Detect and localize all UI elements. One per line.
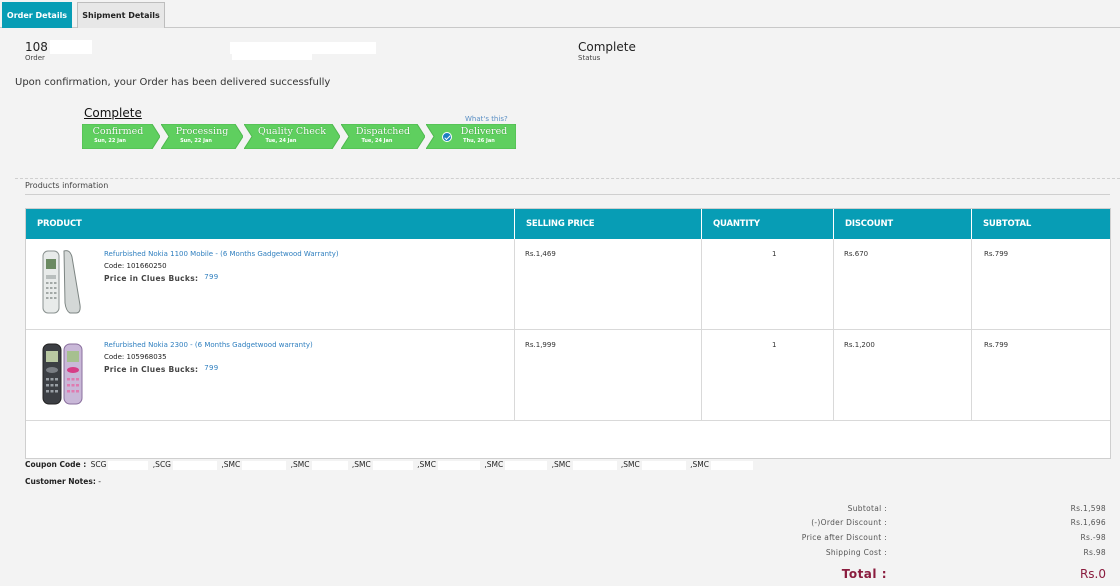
table-row: Refurbished Nokia 1100 Mobile - (6 Month… — [26, 239, 1110, 330]
products-table: PRODUCT SELLING PRICE QUANTITY DISCOUNT … — [25, 208, 1111, 459]
product-image-nokia-1100[interactable] — [40, 247, 86, 317]
tab-bar: Order Details Shipment Details — [0, 0, 1120, 28]
redacted-block — [438, 460, 480, 470]
redacted-block — [711, 460, 753, 470]
customer-notes: Customer Notes: - — [25, 477, 101, 486]
column-header-selling-price: SELLING PRICE — [515, 209, 702, 239]
coupon-codes: Coupon Code : SCG ,SCG ,SMC ,SMC ,SMC ,S… — [25, 460, 753, 470]
tracker-step-date: Tue, 24 Jan — [265, 138, 297, 144]
order-status: Complete — [578, 40, 636, 54]
discount-value: Rs.1,200 — [844, 341, 875, 349]
subtotal-amount: Rs.1,598 — [1070, 504, 1106, 513]
tracker-step-processing: Processing Sun, 22 Jan — [161, 124, 243, 149]
quantity-value: 1 — [772, 250, 777, 258]
shipping-cost-amount: Rs.98 — [1083, 548, 1106, 557]
coupon-code: ,SMC — [484, 460, 504, 469]
product-image-nokia-2300[interactable] — [40, 338, 86, 408]
subtotal-value: Rs.799 — [984, 341, 1009, 349]
redacted-block — [173, 460, 217, 470]
cell-divider — [702, 239, 834, 330]
tracker-step-date: Sun, 22 Jan — [180, 138, 212, 144]
cell-divider — [702, 330, 834, 421]
tracker-step-label: Confirmed — [92, 126, 144, 137]
column-header-subtotal: SUBTOTAL — [983, 219, 1032, 229]
tracker-step-date: Thu, 26 Jan — [463, 138, 495, 144]
tracker-step-confirmed: Confirmed Sun, 22 Jan — [82, 124, 160, 149]
whats-this-link[interactable]: What's this? — [465, 115, 508, 123]
redacted-block — [572, 460, 617, 470]
confirmation-message: Upon confirmation, your Order has been d… — [15, 77, 331, 88]
price-after-discount-amount: Rs.-98 — [1080, 533, 1106, 542]
tracker-step-label: Delivered — [460, 126, 508, 137]
redacted-block — [641, 460, 686, 470]
coupon-code: ,SMC — [417, 460, 436, 469]
coupon-code: ,SMC — [351, 460, 371, 469]
total-amount: Rs.0 — [1079, 567, 1106, 581]
tracker-step-label: Quality Check — [258, 126, 326, 137]
clues-bucks-label: Price in Clues Bucks: — [104, 274, 199, 283]
clues-bucks-value: 799 — [204, 273, 219, 281]
redacted-block — [230, 42, 376, 54]
product-code: Code: 105968035 — [104, 353, 167, 361]
tracker-step-delivered: Delivered Thu, 26 Jan — [426, 124, 516, 149]
clues-bucks-price: Price in Clues Bucks: 799 — [104, 364, 219, 374]
tracker-step-label: Processing — [175, 126, 229, 137]
coupon-label: Coupon Code : — [25, 460, 87, 469]
selling-price-value: Rs.1,999 — [525, 341, 556, 349]
coupon-code: SCG — [90, 460, 107, 469]
clues-bucks-label: Price in Clues Bucks: — [104, 365, 199, 374]
redacted-block — [372, 460, 413, 470]
redacted-block — [108, 460, 149, 470]
selling-price-value: Rs.1,469 — [525, 250, 556, 258]
order-number: 108 — [25, 40, 48, 54]
order-discount-label: (-)Order Discount : — [811, 518, 887, 527]
tab-order-details[interactable]: Order Details — [2, 2, 72, 28]
tracker-step-label: Dispatched — [355, 126, 411, 137]
discount-value: Rs.670 — [844, 250, 869, 258]
coupon-code: ,SMC — [551, 460, 571, 469]
clues-bucks-price: Price in Clues Bucks: 799 — [104, 273, 219, 283]
customer-notes-value: - — [98, 477, 101, 486]
section-divider — [25, 194, 1110, 195]
coupon-code: ,SMC — [221, 460, 241, 469]
order-status-label: Status — [578, 54, 601, 62]
redacted-block — [311, 460, 348, 470]
customer-notes-label: Customer Notes: — [25, 477, 96, 486]
table-header: PRODUCT SELLING PRICE QUANTITY DISCOUNT … — [26, 209, 1110, 239]
coupon-code: ,SCG — [152, 460, 171, 469]
tracker-step-date: Tue, 24 Jan — [361, 138, 393, 144]
redacted-block — [242, 460, 287, 470]
subtotal-label: Subtotal : — [847, 504, 887, 513]
coupon-code: ,SMC — [690, 460, 709, 469]
product-name-link[interactable]: Refurbished Nokia 1100 Mobile - (6 Month… — [104, 250, 339, 258]
shipping-cost-label: Shipping Cost : — [825, 548, 887, 557]
tab-shipment-details[interactable]: Shipment Details — [77, 2, 165, 28]
price-after-discount-label: Price after Discount : — [801, 533, 887, 542]
order-number-label: Order — [25, 54, 45, 62]
subtotal-value: Rs.799 — [984, 250, 1009, 258]
tracker-title: Complete — [84, 106, 142, 120]
order-discount-amount: Rs.1,696 — [1070, 518, 1106, 527]
quantity-value: 1 — [772, 341, 777, 349]
section-divider — [15, 178, 1120, 179]
product-name-link[interactable]: Refurbished Nokia 2300 - (6 Months Gadge… — [104, 341, 313, 349]
total-label: Total : — [841, 567, 887, 581]
tracker-step-quality-check: Quality Check Tue, 24 Jan — [244, 124, 340, 149]
products-section-title: Products information — [25, 181, 109, 190]
order-progress-tracker: Confirmed Sun, 22 Jan Processing Sun, 22… — [82, 124, 516, 149]
tracker-step-dispatched: Dispatched Tue, 24 Jan — [341, 124, 425, 149]
redacted-block — [505, 460, 548, 470]
tracker-step-date: Sun, 22 Jan — [94, 138, 126, 144]
column-header-quantity: QUANTITY — [702, 209, 834, 239]
table-row: Refurbished Nokia 2300 - (6 Months Gadge… — [26, 330, 1110, 421]
coupon-code: ,SMC — [290, 460, 310, 469]
redacted-block — [232, 54, 312, 60]
coupon-code: ,SMC — [620, 460, 640, 469]
column-header-product: PRODUCT — [26, 209, 515, 239]
redacted-block — [50, 40, 92, 54]
product-code: Code: 101660250 — [104, 262, 167, 270]
clues-bucks-value: 799 — [204, 364, 219, 372]
column-header-discount: DISCOUNT — [834, 209, 972, 239]
